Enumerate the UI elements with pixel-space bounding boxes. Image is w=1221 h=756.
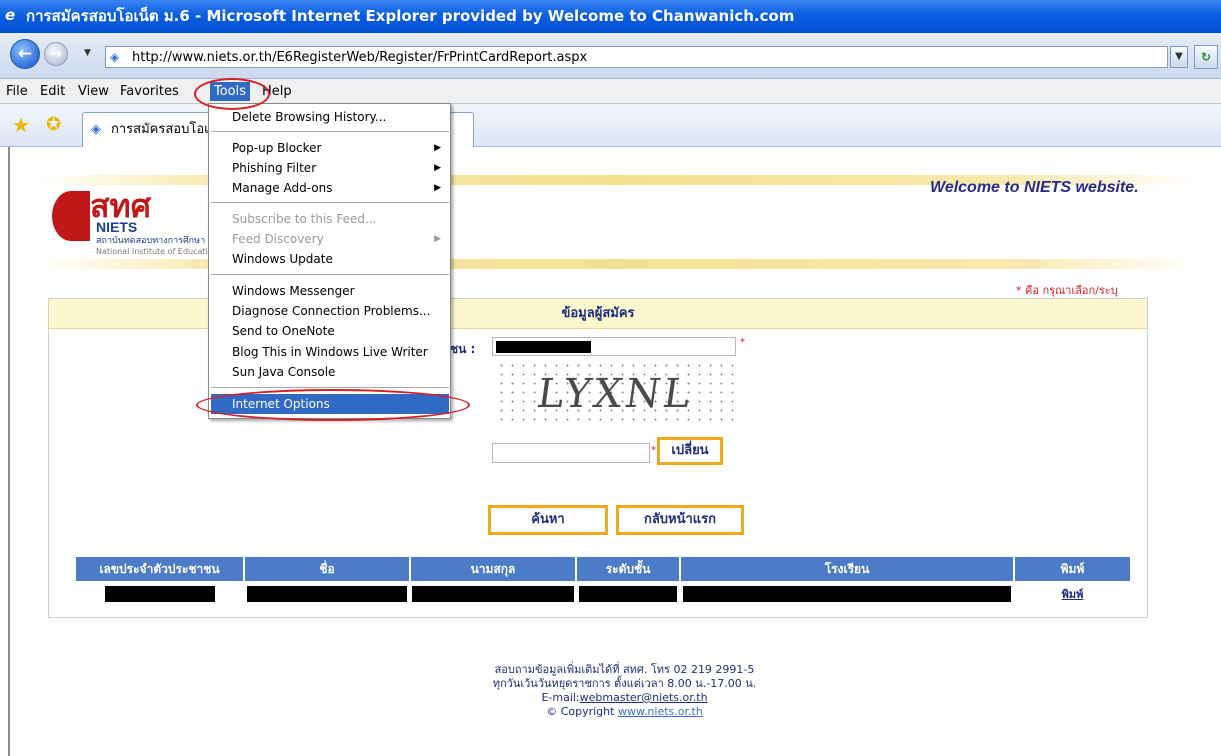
column-header-print: พิมพ์: [1014, 557, 1130, 581]
cell-id: [76, 581, 245, 605]
menu-item-feed-discovery: Feed Discovery ▶: [211, 229, 449, 249]
page-icon: ◈: [110, 50, 120, 64]
menu-item-windows-messenger[interactable]: Windows Messenger: [211, 281, 449, 301]
logo-mark: [52, 191, 90, 241]
submenu-arrow-icon: ▶: [434, 183, 441, 193]
column-header-level: ระดับชั้น: [576, 557, 681, 581]
window-title: การสมัครสอบโอเน็ต ม.6 - Microsoft Intern…: [26, 7, 795, 25]
menu-item-internet-options[interactable]: Internet Options: [211, 394, 449, 414]
navigation-bar: ← → ▼ ◈ http://www.niets.or.th/E6Registe…: [0, 33, 1221, 79]
footer: สอบถามข้อมูลเพิ่มเติมได้ที่ สทศ. โทร 02 …: [18, 663, 1221, 719]
column-header-surname: นามสกุล: [410, 557, 577, 581]
required-star: *: [740, 337, 745, 348]
menu-view[interactable]: View: [74, 82, 113, 101]
menu-separator: [211, 387, 449, 388]
footer-email-label: E-mail:: [541, 691, 580, 704]
required-note: * คือ กรุณาเลือก/ระบุ: [1016, 284, 1118, 297]
menu-item-java-console[interactable]: Sun Java Console: [211, 362, 449, 382]
favorites-star-icon[interactable]: ★: [12, 114, 30, 136]
column-header-id: เลขประจำตัวประชาชน: [76, 557, 245, 581]
email-link[interactable]: webmaster@niets.or.th: [580, 691, 708, 704]
footer-hours: ทุกวันเว้นวันหยุดราชการ ตั้งแต่เวลา 8.00…: [492, 677, 757, 690]
change-captcha-button[interactable]: เปลี่ยน: [657, 437, 723, 465]
page-icon: ◈: [91, 122, 101, 137]
results-table: เลขประจำตัวประชาชน ชื่อ นามสกุล ระดับชั้…: [76, 557, 1130, 605]
menu-item-diagnose-connection[interactable]: Diagnose Connection Problems...: [211, 301, 449, 321]
required-star: *: [651, 445, 656, 456]
logo-en: NIETS: [96, 219, 138, 235]
menu-item-manage-addons[interactable]: Manage Add-ons ▶: [211, 178, 449, 198]
niets-logo: สทศ NIETS สถาบันทดสอบทางการศึกษา Nationa…: [52, 189, 212, 259]
submenu-arrow-icon: ▶: [434, 143, 441, 153]
logo-subtitle-en: National Institute of Educational Testin…: [96, 247, 212, 256]
column-header-name: ชื่อ: [244, 557, 411, 581]
address-url[interactable]: http://www.niets.or.th/E6RegisterWeb/Reg…: [132, 49, 587, 66]
menu-help[interactable]: Help: [258, 82, 296, 101]
menu-separator: [211, 274, 449, 275]
page-content: สทศ NIETS สถาบันทดสอบทางการศึกษา Nationa…: [8, 147, 1221, 756]
tab-bar: ★ ✪ ◈ การสมัครสอบโอเ: [0, 104, 1221, 147]
ie-logo-icon: e: [5, 6, 16, 24]
footer-contact: สอบถามข้อมูลเพิ่มเติมได้ที่ สทศ. โทร 02 …: [494, 663, 755, 676]
tools-menu: Delete Browsing History... Pop-up Blocke…: [208, 103, 451, 419]
captcha-text: LYXNL: [534, 371, 696, 417]
redacted-value: [579, 586, 677, 602]
forward-button[interactable]: →: [44, 42, 68, 66]
menu-item-popup-blocker[interactable]: Pop-up Blocker ▶: [211, 138, 449, 158]
redacted-value: [247, 586, 407, 602]
redacted-value: [412, 586, 574, 602]
back-button[interactable]: ←: [10, 39, 40, 69]
id-label: ชน :: [450, 342, 476, 356]
recent-pages-dropdown-icon[interactable]: ▼: [84, 47, 96, 59]
menu-edit[interactable]: Edit: [36, 82, 69, 101]
menu-bar: File Edit View Favorites Tools Help: [0, 79, 1221, 104]
tab-label: การสมัครสอบโอเ: [111, 122, 209, 137]
menu-separator: [211, 131, 449, 132]
cell-level: [576, 581, 681, 605]
print-link[interactable]: พิมพ์: [1062, 588, 1084, 601]
refresh-button[interactable]: ↻: [1194, 45, 1218, 69]
menu-item-windows-update[interactable]: Windows Update: [211, 249, 449, 269]
footer-copyright-line: © Copyright www.niets.or.th: [18, 705, 1221, 719]
table-header-row: เลขประจำตัวประชาชน ชื่อ นามสกุล ระดับชั้…: [76, 557, 1130, 581]
website-link[interactable]: www.niets.or.th: [618, 705, 703, 718]
menu-item-phishing-filter[interactable]: Phishing Filter ▶: [211, 158, 449, 178]
redacted-value: [683, 586, 1011, 602]
logo-subtitle: สถาบันทดสอบทางการศึกษา: [96, 236, 206, 246]
add-favorites-icon[interactable]: ✪: [46, 114, 61, 136]
cell-school: [680, 581, 1015, 605]
column-header-school: โรงเรียน: [680, 557, 1015, 581]
menu-item-send-to-onenote[interactable]: Send to OneNote: [211, 321, 449, 341]
menu-item-blog-this[interactable]: Blog This in Windows Live Writer: [211, 342, 449, 362]
submenu-arrow-icon: ▶: [434, 234, 441, 244]
menu-file[interactable]: File: [2, 82, 32, 101]
copyright-label: © Copyright: [546, 705, 615, 718]
cell-print: พิมพ์: [1014, 581, 1130, 605]
submenu-arrow-icon: ▶: [434, 163, 441, 173]
cell-name: [244, 581, 411, 605]
menu-separator: [211, 202, 449, 203]
cell-surname: [410, 581, 577, 605]
logo-thai: สทศ: [90, 187, 151, 225]
redacted-value: [104, 586, 215, 602]
menu-item-delete-history[interactable]: Delete Browsing History...: [211, 107, 449, 127]
id-number-input[interactable]: [492, 337, 736, 356]
footer-email-line: E-mail:webmaster@niets.or.th: [18, 691, 1221, 705]
redacted-value: [496, 341, 591, 353]
menu-item-subscribe-feed: Subscribe to this Feed...: [232, 212, 377, 226]
address-bar[interactable]: ◈ http://www.niets.or.th/E6RegisterWeb/R…: [105, 46, 1168, 68]
search-button[interactable]: ค้นหา: [488, 505, 608, 535]
menu-favorites[interactable]: Favorites: [116, 82, 183, 101]
menu-tools[interactable]: Tools: [210, 82, 251, 101]
address-dropdown-button[interactable]: ▼: [1170, 46, 1188, 68]
welcome-text: Welcome to NIETS website.: [930, 179, 1139, 196]
captcha-image: LYXNL: [496, 361, 734, 427]
home-button[interactable]: กลับหน้าแรก: [616, 505, 744, 535]
window-title-bar: e การสมัครสอบโอเน็ต ม.6 - Microsoft Inte…: [0, 0, 1221, 33]
table-row: พิมพ์: [76, 581, 1130, 605]
captcha-input[interactable]: [492, 443, 650, 463]
